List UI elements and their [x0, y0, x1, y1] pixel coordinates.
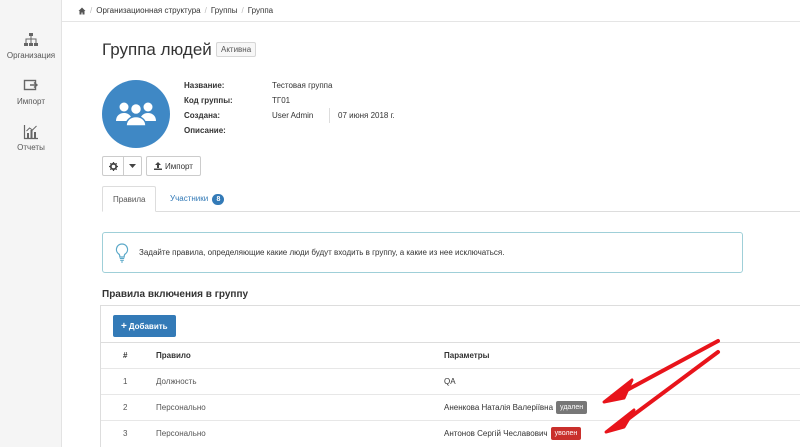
created-date: 07 июня 2018 г. — [329, 108, 395, 123]
created-label: Создана: — [184, 111, 221, 120]
toolbar: Импорт — [102, 156, 201, 176]
breadcrumb-item-groups[interactable]: Группы — [211, 6, 238, 15]
gear-icon — [108, 161, 118, 171]
name-label: Название: — [184, 81, 225, 90]
row-rule: Персонально — [156, 429, 206, 438]
import-button-label: Импорт — [165, 161, 193, 171]
column-header-rule: Правило — [156, 351, 191, 360]
row-num: 1 — [123, 377, 128, 386]
members-count-badge: 8 — [212, 194, 225, 205]
import-icon — [23, 79, 39, 91]
breadcrumb-separator: / — [241, 6, 244, 15]
table-header: # Правило Параметры — [101, 342, 800, 368]
tab-members-label: Участники — [170, 194, 209, 203]
chart-icon — [23, 125, 38, 140]
breadcrumb-separator: / — [90, 6, 93, 15]
sidebar-item-reports[interactable]: Отчеты — [0, 124, 62, 152]
home-icon[interactable] — [78, 7, 86, 15]
sidebar-item-label: Организация — [6, 51, 56, 60]
column-header-num: # — [123, 351, 128, 360]
lightbulb-icon — [115, 242, 129, 263]
code-value: ТГ01 — [272, 96, 291, 105]
people-icon — [116, 102, 156, 127]
code-label: Код группы: — [184, 96, 233, 105]
org-tree-icon — [24, 33, 38, 46]
row-params: QA — [444, 377, 456, 386]
sidebar-item-label: Импорт — [17, 97, 45, 106]
breadcrumb-separator: / — [204, 6, 207, 15]
caret-down-icon — [129, 164, 136, 168]
breadcrumb-item-org-structure[interactable]: Организационная структура — [96, 6, 200, 15]
breadcrumb: / Организационная структура / Группы / Г… — [62, 0, 800, 22]
created-by: User Admin — [272, 111, 314, 120]
sidebar: Организация Импорт Отчеты — [0, 0, 62, 447]
sidebar-item-organization[interactable]: Организация — [0, 32, 62, 60]
row-num: 3 — [123, 429, 128, 438]
inclusion-rules-panel: + Добавить # Правило Параметры 1 Должнос… — [100, 305, 800, 447]
upload-icon — [154, 162, 162, 170]
settings-dropdown-button[interactable] — [124, 156, 142, 176]
name-value: Тестовая группа — [272, 81, 333, 90]
rules-table: # Правило Параметры 1 Должность QA 2 Пер… — [101, 342, 800, 446]
table-row[interactable]: 3 Персонально Антонов Сергій Чеславович у… — [101, 420, 800, 446]
add-rule-button[interactable]: + Добавить — [113, 315, 176, 337]
row-num: 2 — [123, 403, 128, 412]
page-title: Группа людей — [102, 40, 212, 59]
row-params: Аненкова Наталія Валеріївна — [444, 403, 554, 412]
table-row[interactable]: 1 Должность QA — [101, 368, 800, 394]
row-params-cell: Аненкова Наталія Валеріївна удален — [444, 395, 588, 421]
description-label: Описание: — [184, 126, 226, 135]
notice-text: Задайте правила, определяющие какие люди… — [139, 248, 505, 257]
sidebar-item-import[interactable]: Импорт — [0, 78, 62, 106]
tab-members[interactable]: Участники 8 — [160, 186, 234, 212]
tab-rules[interactable]: Правила — [102, 186, 157, 212]
import-button[interactable]: Импорт — [146, 156, 201, 176]
plus-icon: + — [121, 320, 127, 332]
row-params: Антонов Сергій Чеславович — [444, 429, 548, 438]
column-header-params: Параметры — [444, 351, 490, 360]
inclusion-rules-title: Правила включения в группу — [102, 289, 249, 300]
sidebar-item-label: Отчеты — [17, 143, 45, 152]
settings-button[interactable] — [102, 156, 124, 176]
row-rule: Персонально — [156, 403, 206, 412]
add-rule-label: Добавить — [128, 321, 168, 331]
status-badge: Активна — [216, 42, 257, 57]
group-avatar — [102, 80, 170, 148]
fired-badge: уволен — [550, 427, 582, 441]
info-notice: Задайте правила, определяющие какие люди… — [102, 232, 743, 273]
row-params-cell: Антонов Сергій Чеславович уволен — [444, 421, 582, 447]
table-row[interactable]: 2 Персонально Аненкова Наталія Валеріївн… — [101, 394, 800, 420]
row-rule: Должность — [156, 377, 197, 386]
tab-rules-label: Правила — [113, 195, 146, 204]
breadcrumb-item-group: Группа — [247, 6, 274, 15]
removed-badge: удален — [556, 401, 588, 415]
tabs: Правила Участники 8 — [102, 186, 800, 212]
